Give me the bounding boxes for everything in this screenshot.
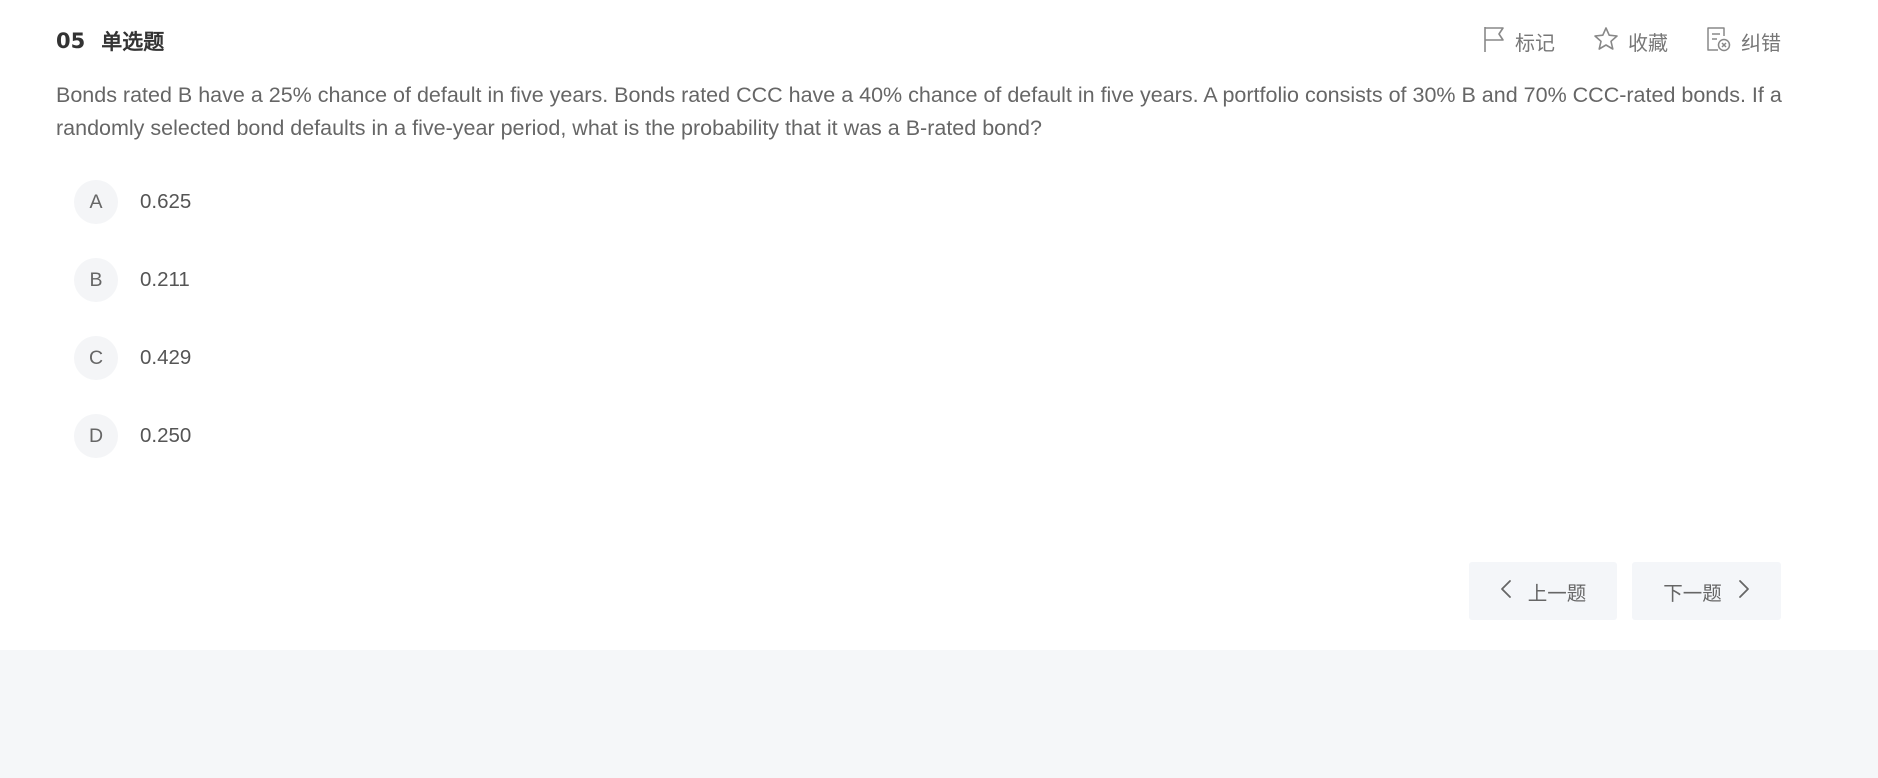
option-text: 0.429 — [140, 346, 192, 369]
prev-question-label: 上一题 — [1527, 581, 1587, 605]
option-text: 0.211 — [140, 268, 190, 291]
question-number: 05 — [56, 29, 86, 53]
question-text: Bonds rated B have a 25% chance of defau… — [56, 83, 1782, 140]
next-question-label: 下一题 — [1663, 581, 1722, 605]
report-error-label: 纠错 — [1741, 30, 1781, 55]
option-letter: B — [74, 258, 118, 302]
option-b[interactable]: B 0.211 — [74, 257, 191, 303]
options-list: A 0.625 B 0.211 C 0.429 D 0.250 — [74, 179, 191, 491]
mark-label: 标记 — [1515, 30, 1555, 55]
prev-question-button[interactable]: 上一题 — [1469, 562, 1617, 620]
question-navigation: 上一题 下一题 — [1469, 562, 1781, 620]
flag-icon — [1482, 25, 1515, 58]
star-icon — [1593, 26, 1628, 57]
option-d[interactable]: D 0.250 — [74, 413, 191, 459]
option-letter: A — [74, 180, 118, 224]
option-a[interactable]: A 0.625 — [74, 179, 191, 225]
question-panel: 05 单选题 标记 收藏 纠错 Bonds rated B have a 25%… — [0, 0, 1878, 650]
option-letter: C — [74, 336, 118, 380]
mark-button[interactable]: 标记 — [1482, 26, 1555, 56]
question-actions: 标记 收藏 纠错 — [1444, 26, 1781, 56]
chevron-left-icon — [1500, 579, 1512, 604]
next-question-button[interactable]: 下一题 — [1632, 562, 1781, 620]
question-header: 05 单选题 — [56, 26, 164, 56]
option-text: 0.625 — [140, 190, 192, 213]
favorite-label: 收藏 — [1628, 30, 1668, 55]
option-text: 0.250 — [140, 424, 192, 447]
report-error-button[interactable]: 纠错 — [1706, 26, 1781, 56]
favorite-button[interactable]: 收藏 — [1593, 26, 1668, 56]
option-c[interactable]: C 0.429 — [74, 335, 191, 381]
option-letter: D — [74, 414, 118, 458]
chevron-right-icon — [1738, 579, 1750, 604]
question-type: 单选题 — [101, 30, 165, 54]
report-error-icon — [1706, 25, 1741, 58]
